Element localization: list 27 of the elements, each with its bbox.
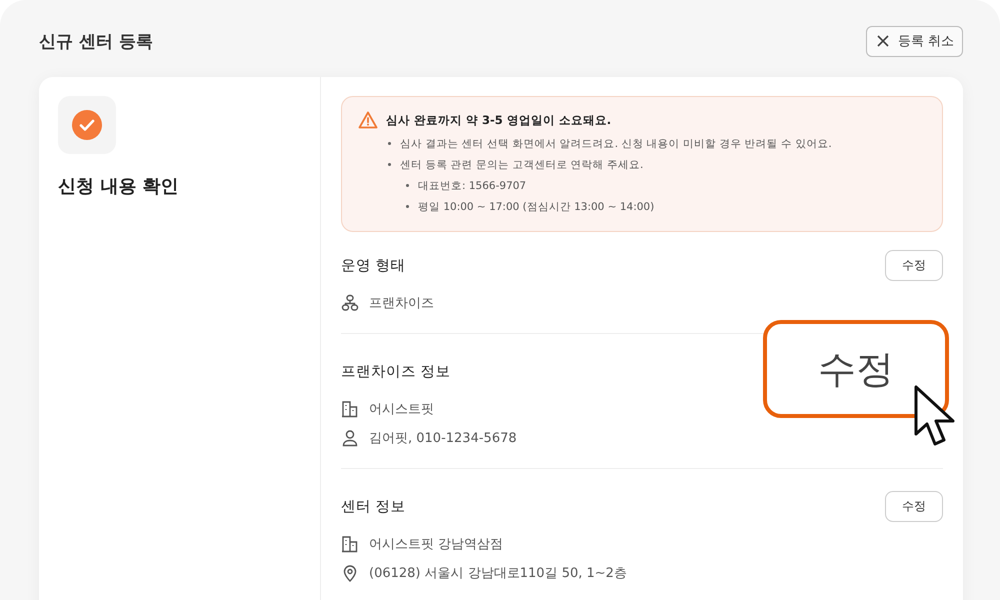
- notice-text: 평일 10:00 ~ 17:00 (점심시간 13:00 ~ 14:00): [418, 200, 654, 214]
- location-pin-icon: [341, 564, 359, 582]
- info-text: 김어핏, 010-1234-5678: [369, 430, 517, 446]
- info-text: (06128) 서울시 강남대로110길 50, 1~2층: [369, 564, 627, 582]
- building-icon: [341, 534, 359, 552]
- notice-title: 심사 완료까지 약 3-5 영업일이 소요돼요.: [386, 112, 612, 128]
- notice-text: 대표번호: 1566-9707: [418, 178, 526, 192]
- section-title: 프랜차이즈 정보: [341, 362, 451, 380]
- hierarchy-icon: [341, 294, 359, 312]
- warning-icon: [358, 111, 378, 129]
- section-title: 센터 정보: [341, 498, 406, 516]
- section-title: 운영 형태: [341, 256, 406, 274]
- info-text: 어시스트핏 강남역삼점: [369, 536, 504, 552]
- building-icon: [341, 400, 359, 418]
- notice-text: 심사 결과는 센터 선택 화면에서 알려드려요. 신청 내용이 미비할 경우 반려될 수 있어요.: [400, 136, 832, 150]
- info-text: 어시스트핏: [369, 400, 434, 418]
- notice-text: 센터 등록 관련 문의는 고객센터로 연락해 주세요.: [400, 158, 644, 172]
- cursor-icon: [913, 384, 957, 448]
- person-icon: [341, 428, 359, 446]
- edit-button[interactable]: 수정: [885, 250, 943, 280]
- page-title: 신규 센터 등록: [39, 30, 153, 52]
- info-text: 프랜차이즈: [369, 294, 434, 312]
- step-title: 신청 내용 확인: [58, 175, 179, 198]
- cancel-button[interactable]: 등록 취소: [866, 26, 963, 56]
- close-icon: [876, 35, 889, 47]
- edit-button[interactable]: 수정: [885, 490, 943, 522]
- edit-button[interactable]: 수정: [763, 320, 949, 418]
